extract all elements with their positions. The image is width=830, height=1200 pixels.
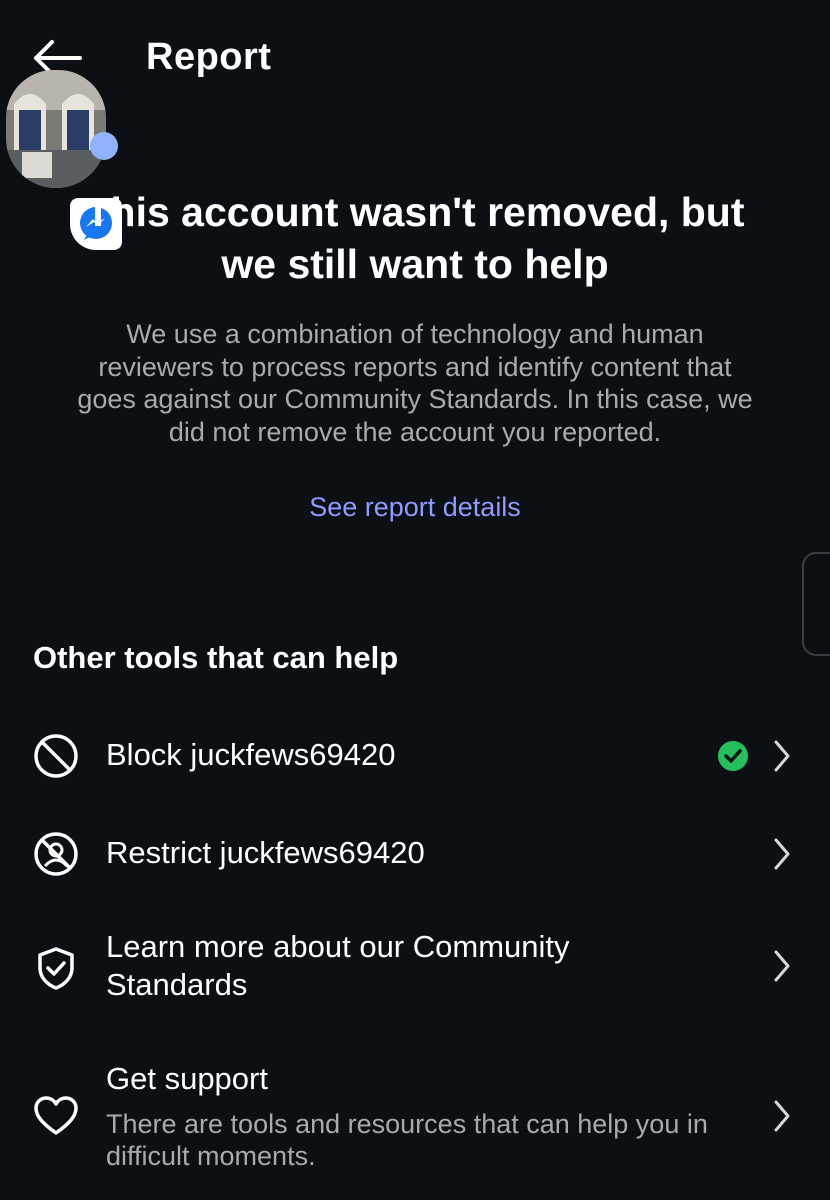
chevron-right-icon — [770, 738, 794, 774]
community-standards-row[interactable]: Learn more about our Community Standards — [0, 926, 830, 1010]
profile-photo — [6, 70, 106, 188]
block-account-label: Block juckfews69420 — [106, 737, 396, 772]
block-icon — [32, 732, 80, 780]
section-title: Other tools that can help — [33, 640, 399, 675]
chevron-right-icon — [770, 836, 794, 872]
sub-line: There are tools and resources that can h… — [106, 1109, 708, 1139]
restrict-account-label: Restrict juckfews69420 — [106, 835, 425, 870]
label-line: Learn more about our Community — [106, 929, 570, 964]
description-line: reviewers to process reports and identif… — [98, 351, 732, 382]
get-support-row[interactable]: Get support There are tools and resource… — [0, 1058, 830, 1178]
reported-account-avatar — [6, 70, 122, 250]
label-line: Standards — [106, 967, 248, 1002]
shield-check-icon — [32, 944, 80, 992]
avatar — [6, 70, 106, 188]
chevron-right-icon — [770, 948, 794, 984]
heart-icon — [32, 1092, 80, 1140]
check-circle-icon — [716, 739, 750, 773]
restrict-account-row[interactable]: Restrict juckfews69420 — [0, 826, 830, 882]
headline-line: we still want to help — [221, 241, 609, 287]
description-line: goes against our Community Standards. In… — [77, 384, 753, 414]
community-standards-label: Learn more about our Community Standards — [106, 928, 570, 1004]
description-line: We use a combination of technology and h… — [126, 319, 704, 349]
edge-panel-handle[interactable] — [802, 552, 830, 656]
page-title: Report — [146, 36, 272, 78]
block-account-row[interactable]: Block juckfews69420 — [0, 728, 830, 784]
chevron-right-icon — [770, 1098, 794, 1134]
get-support-label: Get support — [106, 1061, 268, 1096]
description-line: did not remove the account you reported. — [168, 416, 662, 447]
sub-line: difficult moments. — [106, 1141, 316, 1171]
headline-line: This account wasn't removed, but — [85, 189, 745, 235]
notification-dot — [90, 132, 118, 160]
see-report-details-link[interactable]: See report details — [0, 492, 830, 523]
get-support-description: There are tools and resources that can h… — [106, 1108, 746, 1172]
result-headline: This account wasn't removed, but we stil… — [0, 186, 830, 290]
restrict-icon — [32, 830, 80, 878]
result-description: We use a combination of technology and h… — [60, 318, 770, 448]
